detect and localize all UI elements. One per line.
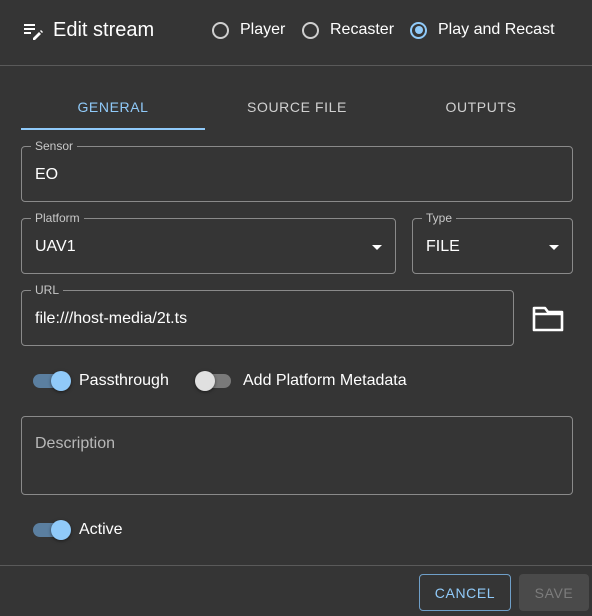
type-value[interactable]: FILE [426,237,460,257]
passthrough-label: Passthrough [79,372,169,389]
tab-indicator [21,128,205,130]
mode-label-player: Player [240,21,286,38]
platform-select[interactable]: Platform UAV1 [21,211,396,274]
edit-list-icon [24,24,43,40]
sensor-field[interactable]: Sensor EO [21,139,573,202]
dropdown-arrow-icon[interactable] [372,245,382,250]
radio-unchecked-icon[interactable] [302,21,319,39]
url-field[interactable]: URL file:///host-media/2t.ts [21,283,514,346]
tab-general[interactable]: GENERAL [21,84,205,130]
platform-value[interactable]: UAV1 [35,237,76,257]
type-select[interactable]: Type FILE [412,211,573,274]
mode-radio-play-and-recast[interactable]: Play and Recast [410,19,555,41]
dialog-title: Edit stream [53,19,155,41]
platform-label: Platform [31,211,84,225]
passthrough-switch[interactable]: Passthrough [21,369,169,393]
folder-icon[interactable] [528,302,568,336]
tab-source-file[interactable]: SOURCE FILE [205,84,389,130]
sensor-label: Sensor [31,139,78,153]
active-label: Active [79,521,123,538]
sensor-value[interactable]: EO [35,165,58,185]
radio-unchecked-icon[interactable] [212,21,229,39]
dropdown-arrow-icon[interactable] [549,245,559,250]
mode-radio-player[interactable]: Player [212,19,285,41]
mode-label-play-and-recast: Play and Recast [438,21,555,38]
passthrough-toggle[interactable] [33,371,71,391]
tab-outputs[interactable]: OUTPUTS [389,84,573,130]
url-label: URL [31,283,64,297]
mode-radio-recaster[interactable]: Recaster [302,19,394,41]
url-value[interactable]: file:///host-media/2t.ts [35,309,187,329]
save-button[interactable]: SAVE [519,574,589,611]
add-platform-metadata-switch[interactable]: Add Platform Metadata [185,369,407,393]
description-placeholder: Description [35,435,116,452]
add-platform-metadata-toggle[interactable] [195,371,231,391]
mode-label-recaster: Recaster [330,21,395,38]
radio-checked-icon[interactable] [410,21,427,39]
cancel-button[interactable]: CANCEL [419,574,511,611]
type-label: Type [422,211,457,225]
description-textarea[interactable]: Description [21,416,573,495]
active-toggle[interactable] [33,520,71,540]
active-switch[interactable]: Active [21,518,123,542]
add-platform-metadata-label: Add Platform Metadata [243,372,407,389]
